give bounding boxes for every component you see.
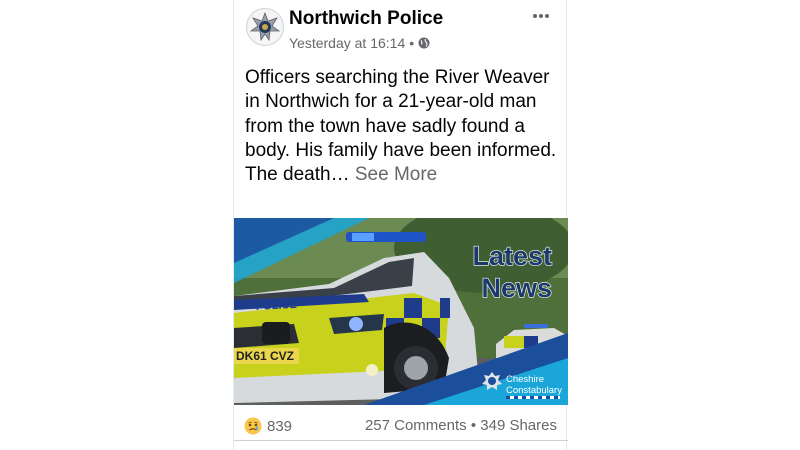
post-text: Officers searching the River Weaver in N… xyxy=(245,66,563,187)
see-more-link[interactable]: See More xyxy=(355,164,437,185)
livery-text: POLICE xyxy=(256,299,298,313)
headline-news: News xyxy=(481,273,552,303)
latest-news-graphic: DK61 CVZ POLICE Latest News Cheshire Con… xyxy=(234,218,568,405)
shares-count-link[interactable]: 349 Shares xyxy=(480,417,557,434)
headline-latest: Latest xyxy=(472,241,552,271)
post-body: Officers searching the River Weaver in N… xyxy=(245,67,557,161)
brand-line-1: Cheshire xyxy=(506,374,544,385)
license-plate-text: DK61 CVZ xyxy=(236,349,294,363)
post-card: Northwich Police Yesterday at 16:14 • Of… xyxy=(233,0,568,450)
brand-line-2: Constabulary xyxy=(506,385,562,396)
comments-count-link[interactable]: 257 Comments xyxy=(365,417,467,434)
engagement-counts: 257 Comments • 349 Shares xyxy=(365,417,557,434)
police-star-icon xyxy=(248,10,282,44)
page-avatar[interactable] xyxy=(246,8,284,46)
meta-separator: • xyxy=(409,35,415,51)
reaction-summary[interactable]: 839 xyxy=(244,417,292,435)
post-footer: 839 257 Comments • 349 Shares xyxy=(234,412,568,441)
page-name[interactable]: Northwich Police xyxy=(289,8,443,30)
post-image[interactable]: DK61 CVZ POLICE Latest News Cheshire Con… xyxy=(234,218,568,405)
ellipsis-icon xyxy=(533,14,549,18)
globe-icon xyxy=(418,37,430,49)
post-body-continuation: The death… xyxy=(245,164,350,186)
checkered-strip xyxy=(506,396,560,399)
sad-face-icon xyxy=(244,417,262,435)
post-timestamp[interactable]: Yesterday at 16:14 xyxy=(289,35,405,51)
counts-separator: • xyxy=(470,417,477,434)
reaction-count: 839 xyxy=(267,417,293,435)
post-meta: Yesterday at 16:14 • xyxy=(289,35,430,51)
more-options-button[interactable] xyxy=(532,4,550,22)
